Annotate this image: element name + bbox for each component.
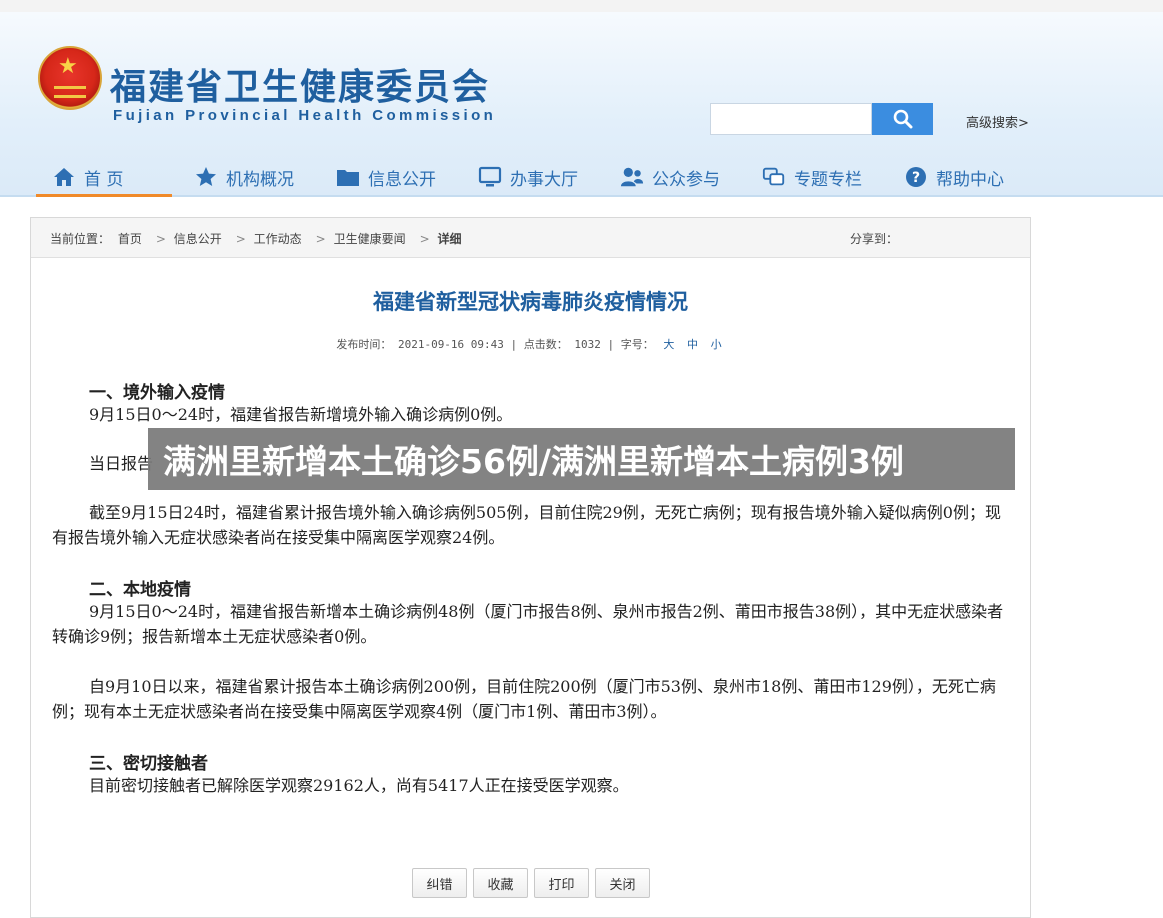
breadcrumb-prefix: 当前位置： xyxy=(50,232,111,246)
home-icon xyxy=(52,165,76,189)
emblem-gate xyxy=(54,86,86,98)
article-panel: 当前位置： 首页 > 信息公开 > 工作动态 > 卫生健康要闻 > 详细 分享到： 福建… xyxy=(30,217,1031,918)
chat-icon xyxy=(762,165,786,189)
nav-item-topics[interactable]: 专题专栏 xyxy=(762,160,862,194)
advanced-search-link[interactable]: 高级搜索> xyxy=(966,112,1029,131)
paragraph: 9月15日0～24时，福建省报告新增境外输入确诊病例0例。 xyxy=(89,405,513,424)
search-input[interactable] xyxy=(710,103,872,135)
nav-label: 首 页 xyxy=(84,169,124,190)
section-heading: 三、密切接触者 xyxy=(89,754,208,774)
paragraph: 自9月10日以来，福建省累计报告本土确诊病例200例，目前住院200例（厦门市5… xyxy=(52,677,996,721)
font-size-large[interactable]: 大 xyxy=(663,338,674,351)
nav-label: 专题专栏 xyxy=(794,169,862,190)
svg-text:?: ? xyxy=(912,170,920,186)
nav-item-service[interactable]: 办事大厅 xyxy=(478,160,578,194)
publish-time-label: 发布时间： xyxy=(336,338,392,351)
national-emblem-logo: ★ xyxy=(38,46,102,110)
headline-overlay: 满洲里新增本土确诊56例/满洲里新增本土病例3例 xyxy=(148,428,1015,490)
search-icon xyxy=(893,109,912,129)
nav-label: 机构概况 xyxy=(226,169,294,190)
nav-item-home[interactable]: 首 页 xyxy=(52,160,123,194)
article-title: 福建省新型冠状病毒肺炎疫情情况 xyxy=(373,289,688,314)
nav-label: 办事大厅 xyxy=(510,169,578,190)
article-actions: 纠错 收藏 打印 关闭 xyxy=(412,868,650,898)
star-icon xyxy=(194,165,218,189)
chevron-right-icon: > xyxy=(419,232,430,246)
section-heading: 一、境外输入疫情 xyxy=(89,383,225,403)
font-size-label: | 字号： xyxy=(607,338,654,351)
publish-time: 2021-09-16 09:43 xyxy=(397,338,504,351)
chevron-right-icon: > xyxy=(235,232,246,246)
breadcrumb-item-news[interactable]: 卫生健康要闻 xyxy=(334,232,406,246)
breadcrumb-item-home[interactable]: 首页 xyxy=(118,232,142,246)
nav-item-public[interactable]: 公众参与 xyxy=(620,160,720,194)
star-emblem-icon: ★ xyxy=(58,54,78,79)
breadcrumb-item-work[interactable]: 工作动态 xyxy=(254,232,302,246)
nav-item-about[interactable]: 机构概况 xyxy=(194,160,294,194)
browser-top-strip xyxy=(0,0,1163,12)
favorite-button[interactable]: 收藏 xyxy=(473,868,528,898)
folder-icon xyxy=(336,165,360,189)
click-count-label: | 点击数： xyxy=(510,338,568,351)
chevron-right-icon: > xyxy=(155,232,166,246)
nav-label: 公众参与 xyxy=(652,169,720,190)
print-button[interactable]: 打印 xyxy=(534,868,589,898)
people-icon xyxy=(620,165,644,189)
breadcrumb: 当前位置： 首页 > 信息公开 > 工作动态 > 卫生健康要闻 > 详细 分享到： xyxy=(31,218,1030,258)
report-error-button[interactable]: 纠错 xyxy=(412,868,467,898)
nav-label: 帮助中心 xyxy=(936,169,1004,190)
click-count: 1032 xyxy=(574,338,601,351)
section-heading: 二、本地疫情 xyxy=(89,580,191,600)
font-size-medium[interactable]: 中 xyxy=(687,338,698,351)
site-subtitle: Fujian Provincial Health Commission xyxy=(113,107,497,124)
article-meta: 发布时间： 2021-09-16 09:43 | 点击数： 1032 | 字号：… xyxy=(31,336,1030,352)
font-size-small[interactable]: 小 xyxy=(711,338,722,351)
monitor-icon xyxy=(478,165,502,189)
nav-label: 信息公开 xyxy=(368,169,436,190)
nav-item-help[interactable]: ? 帮助中心 xyxy=(904,160,1004,194)
help-icon: ? xyxy=(904,165,928,189)
search-button[interactable] xyxy=(872,103,933,135)
paragraph: 截至9月15日24时，福建省累计报告境外输入确诊病例505例，目前住院29例，无… xyxy=(52,503,1001,547)
breadcrumb-item-info[interactable]: 信息公开 xyxy=(174,232,222,246)
site-title: 福建省卫生健康委员会 xyxy=(110,67,491,108)
chevron-right-icon: > xyxy=(315,232,326,246)
main-nav: 首 页 机构概况 信息公开 办事大厅 公众参与 专题专栏 ? 帮助中心 xyxy=(0,160,1163,194)
site-header: ★ 福建省卫生健康委员会 Fujian Provincial Health Co… xyxy=(0,12,1163,197)
breadcrumb-item-current: 详细 xyxy=(437,232,462,246)
nav-item-info[interactable]: 信息公开 xyxy=(336,160,436,194)
paragraph: 目前密切接触者已解除医学观察29162人，尚有5417人正在接受医学观察。 xyxy=(89,776,629,795)
paragraph: 9月15日0～24时，福建省报告新增本土确诊病例48例（厦门市报告8例、泉州市报… xyxy=(52,602,1004,646)
nav-active-indicator xyxy=(36,194,172,197)
share-label: 分享到： xyxy=(850,232,899,246)
close-button[interactable]: 关闭 xyxy=(595,868,650,898)
